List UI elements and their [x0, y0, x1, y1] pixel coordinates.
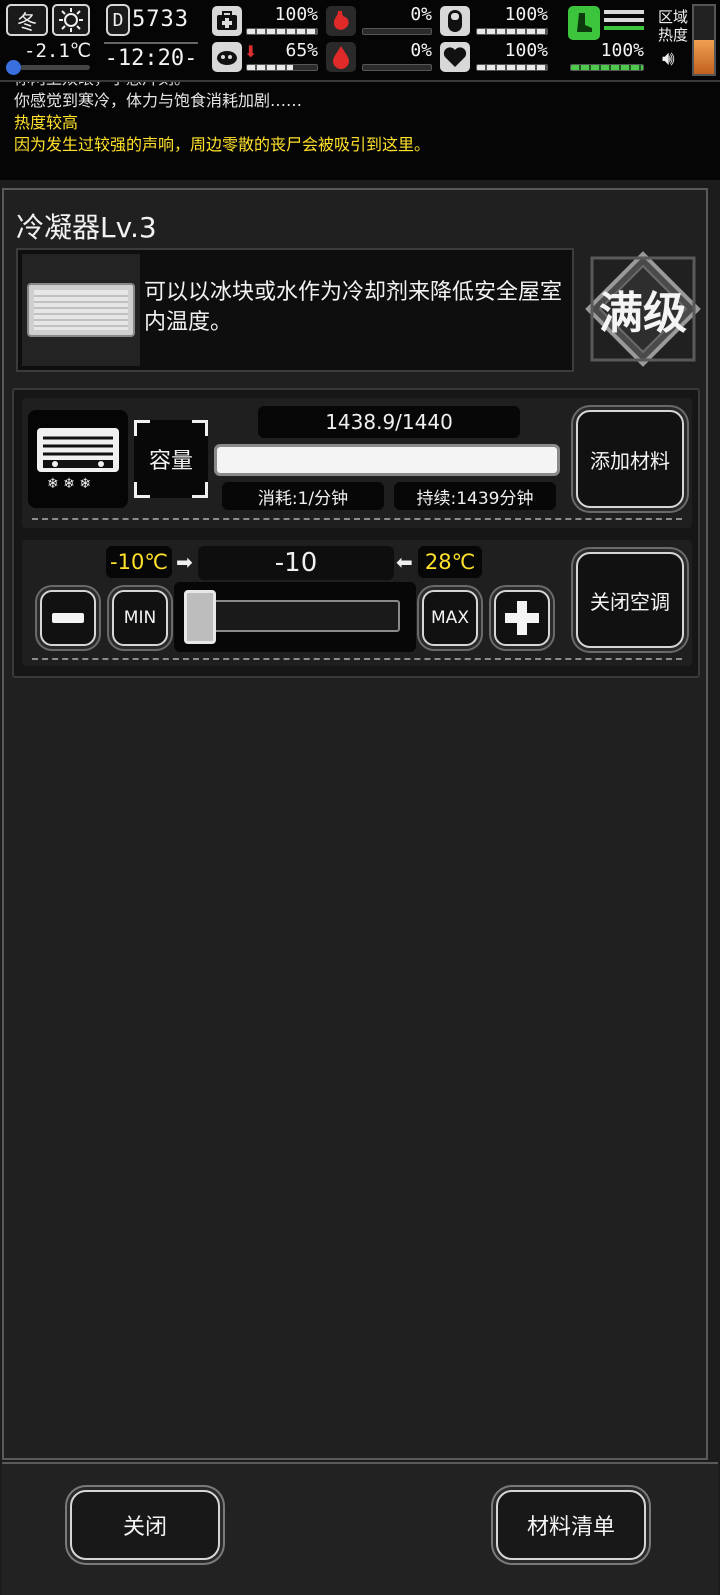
building-panel: 冷凝器Lv.3 可以以冰块或水作为冷却剂来降低安全屋室内温度。 满级 ❄ ❄ ❄… [2, 188, 708, 1460]
divider [32, 658, 682, 660]
signal-bars-icon [604, 10, 644, 30]
max-temp-label: 28℃ [418, 546, 482, 578]
status-bar: 冬 -2.1℃ D 5733 -12:20- 100% ⬇ 65% 0% 0% … [0, 0, 720, 80]
event-log: 你两上双眼，小憩片刻。 你感觉到寒冷，体力与饱食消耗加剧…… 热度较高 因为发生… [0, 80, 720, 180]
day-counter: 5733 [132, 7, 189, 32]
thirst-bar [362, 64, 432, 71]
water-drop-icon [326, 42, 356, 72]
arrow-right-icon: ➡︎ [176, 550, 193, 574]
capacity-bar [214, 444, 560, 476]
materials-list-button[interactable]: 材料清单 [496, 1490, 646, 1560]
medkit-icon [212, 6, 242, 36]
thermostat-row: -10℃ ➡︎ -10 ⬅︎ 28℃ MIN MAX 关闭空调 [22, 540, 692, 666]
increase-button[interactable] [494, 590, 550, 646]
health-bar [246, 28, 318, 35]
plus-icon [505, 601, 539, 635]
sanity-value: 100% [504, 4, 548, 25]
building-description: 可以以冰块或水作为冷却剂来降低安全屋室内温度。 [144, 280, 563, 335]
stamina-icon [212, 42, 242, 72]
temperature-readout: -2.1℃ [24, 40, 92, 62]
slider-track[interactable] [184, 600, 400, 632]
season-label: 冬 [17, 9, 37, 34]
arrow-left-icon: ⬅︎ [396, 550, 413, 574]
air-conditioner-icon: ❄ ❄ ❄ [28, 410, 128, 508]
temperature-slider[interactable] [174, 582, 416, 652]
boot-icon [568, 6, 600, 40]
log-line: 你两上双眼，小憩片刻。 [14, 82, 706, 90]
region-heat-label: 区域 热度 [658, 8, 688, 44]
svg-text:❄ ❄ ❄: ❄ ❄ ❄ [47, 476, 91, 492]
add-material-button[interactable]: 添加材料 [576, 410, 684, 508]
hunger-value: 0% [410, 4, 432, 25]
stomach-icon [326, 6, 356, 36]
consumption-rate: 消耗:1/分钟 [222, 482, 384, 510]
stamina-bar [246, 64, 318, 71]
page-title: 冷凝器Lv.3 [16, 211, 157, 244]
min-temp-label: -10℃ [106, 546, 172, 578]
speaker-icon[interactable]: 🔊︎ [662, 46, 675, 70]
footer: 关闭 材料清单 [2, 1462, 718, 1595]
max-level-label: 满级 [599, 288, 687, 339]
temperature-gauge [6, 60, 90, 75]
divider [32, 518, 682, 520]
hygiene-value: 100% [600, 40, 644, 61]
capacity-value: 1438.9/1440 [258, 406, 520, 438]
target-temp-value: -10 [198, 546, 394, 580]
health-value: 100% [274, 4, 318, 25]
log-line: 你感觉到寒冷，体力与饱食消耗加剧…… [14, 91, 303, 110]
sun-icon [52, 4, 90, 36]
min-button[interactable]: MIN [112, 590, 168, 646]
duration-remaining: 持续:1439分钟 [394, 482, 556, 510]
sanity-bar [476, 28, 548, 35]
day-icon: D [106, 4, 130, 36]
description-box: 可以以冰块或水作为冷却剂来降低安全屋室内温度。 [16, 248, 574, 372]
stamina-value: 65% [285, 40, 318, 61]
controls-area: ❄ ❄ ❄ 容量 1438.9/1440 消耗:1/分钟 持续:1439分钟 添… [12, 388, 700, 678]
decrease-button[interactable] [40, 590, 96, 646]
hygiene-bar [570, 64, 644, 71]
minus-icon [52, 613, 84, 623]
mood-value: 100% [504, 40, 548, 61]
max-button[interactable]: MAX [422, 590, 478, 646]
max-level-badge: 满级 [584, 250, 702, 368]
capacity-row: ❄ ❄ ❄ 容量 1438.9/1440 消耗:1/分钟 持续:1439分钟 添… [22, 398, 692, 528]
arrow-down-icon: ⬇ [244, 42, 258, 61]
capacity-label: 容量 [148, 449, 193, 474]
mood-bar [476, 64, 548, 71]
clock-readout: -12:20- [104, 42, 198, 72]
region-heat-label-line1: 区域 [658, 8, 689, 26]
log-line: 因为发生过较强的声响，周边零散的丧尸会被吸引到这里。 [14, 135, 431, 154]
capacity-label-box: 容量 [134, 420, 208, 498]
region-heat-gauge [692, 4, 716, 76]
condenser-image [22, 254, 140, 366]
slider-handle[interactable] [184, 590, 216, 644]
log-line: 热度较高 [14, 113, 79, 132]
thirst-value: 0% [410, 40, 432, 61]
pill-icon [440, 6, 470, 36]
hunger-bar [362, 28, 432, 35]
close-button[interactable]: 关闭 [70, 1490, 220, 1560]
season-badge: 冬 [6, 4, 48, 36]
region-heat-label-line2: 热度 [658, 26, 689, 44]
turn-off-ac-button[interactable]: 关闭空调 [576, 552, 684, 648]
heart-icon [440, 42, 470, 72]
